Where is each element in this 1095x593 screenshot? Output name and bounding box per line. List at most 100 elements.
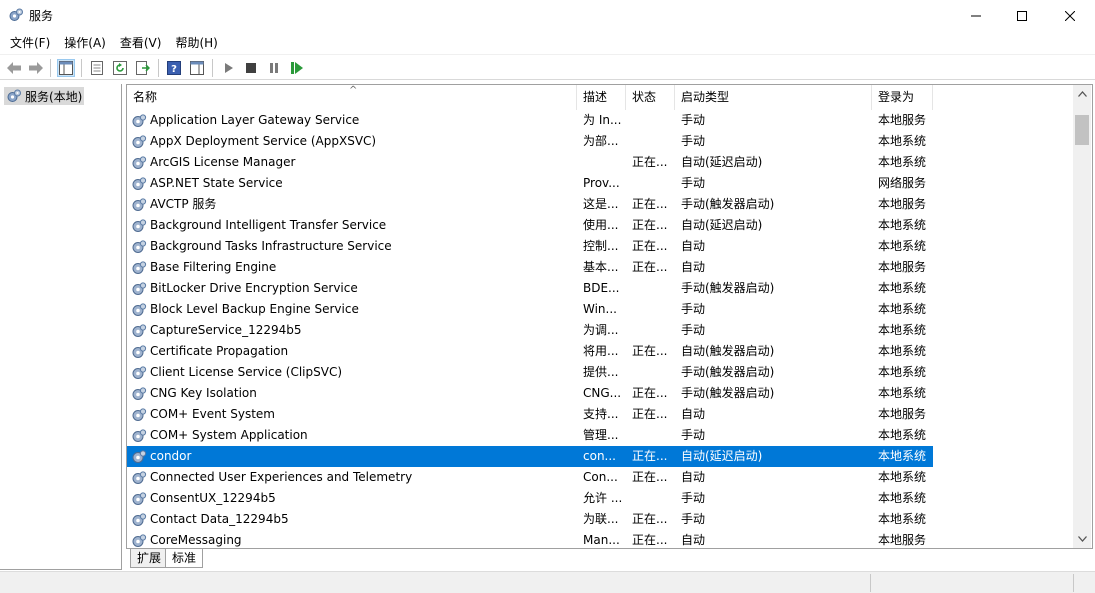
properties-button[interactable] <box>88 59 106 77</box>
service-name: Application Layer Gateway Service <box>150 113 360 127</box>
export-list-icon <box>136 61 150 75</box>
service-status <box>626 131 675 152</box>
console-tree-icon <box>59 61 73 75</box>
service-logon-as: 本地系统 <box>878 281 927 295</box>
service-status <box>626 278 675 299</box>
scroll-down-button[interactable] <box>1073 530 1091 548</box>
forward-button[interactable] <box>27 59 45 77</box>
minimize-button[interactable] <box>953 0 999 31</box>
table-row[interactable]: COM+ System Application 管理... 手动 本地系统 <box>127 425 933 446</box>
service-logon-as: 本地系统 <box>878 218 927 232</box>
tab-extended[interactable]: 扩展 <box>130 549 169 568</box>
service-logon-as: 网络服务 <box>878 176 927 190</box>
maximize-button[interactable] <box>999 0 1045 31</box>
service-gear-icon <box>132 344 147 358</box>
service-gear-icon <box>132 176 147 190</box>
console-tree-pane: 服务(本地) <box>0 84 122 570</box>
column-header-status[interactable]: 状态 <box>626 85 675 110</box>
table-row[interactable]: CoreMessaging Man... 正在... 自动 本地服务 <box>127 530 933 548</box>
table-row[interactable]: AVCTP 服务 这是... 正在... 手动(触发器启动) 本地服务 <box>127 194 933 215</box>
table-row[interactable]: CNG Key Isolation CNG... 正在... 手动(触发器启动) 本地系… <box>127 383 933 404</box>
service-description: 为 In... <box>583 113 622 127</box>
table-row[interactable]: Block Level Backup Engine Service Win... 手… <box>127 299 933 320</box>
service-logon-as: 本地系统 <box>878 134 927 148</box>
service-status: 正在... <box>632 239 668 253</box>
service-gear-icon <box>132 470 147 484</box>
service-status: 正在... <box>632 407 668 421</box>
service-logon-as: 本地服务 <box>878 113 927 127</box>
minimize-icon <box>971 15 981 16</box>
table-row[interactable]: ASP.NET State Service Prov... 手动 网络服务 <box>127 173 933 194</box>
table-row[interactable]: Background Tasks Infrastructure Service 控… <box>127 236 933 257</box>
service-status: 正在... <box>632 155 668 169</box>
service-startup-type: 手动 <box>681 302 706 316</box>
service-name: Certificate Propagation <box>150 344 289 358</box>
tree-item-services-local[interactable]: 服务(本地) <box>4 87 85 105</box>
service-name-cell: AVCTP 服务 <box>127 194 577 215</box>
service-description: 管理... <box>583 428 619 442</box>
menu-file[interactable]: 文件(F) <box>4 32 56 53</box>
column-header-startup-type[interactable]: 启动类型 <box>675 85 872 110</box>
table-row[interactable]: AppX Deployment Service (AppXSVC) 为部... 手动… <box>127 131 933 152</box>
menu-action[interactable]: 操作(A) <box>58 32 112 53</box>
column-header-name[interactable]: 名称 ^ <box>127 85 577 110</box>
service-name-cell: condor <box>127 446 577 467</box>
stop-service-button[interactable] <box>242 59 260 77</box>
table-row[interactable]: Application Layer Gateway Service 为 In...… <box>127 110 933 131</box>
view-tabs: 扩展 标准 <box>126 549 1093 569</box>
back-button[interactable] <box>5 59 23 77</box>
scrollbar-thumb[interactable] <box>1075 115 1089 145</box>
menu-help[interactable]: 帮助(H) <box>169 32 223 53</box>
column-header-label: 名称 <box>133 90 158 104</box>
service-name: COM+ System Application <box>150 428 308 442</box>
close-button[interactable] <box>1047 0 1093 31</box>
show-console-tree-button[interactable] <box>57 59 75 77</box>
service-name-cell: Background Tasks Infrastructure Service <box>127 236 577 257</box>
table-row[interactable]: CaptureService_12294b5 为调... 手动 本地系统 <box>127 320 933 341</box>
service-status: 正在... <box>632 197 668 211</box>
table-row[interactable]: ConsentUX_12294b5 允许 ... 手动 本地系统 <box>127 488 933 509</box>
help-button[interactable]: ? <box>165 59 183 77</box>
services-gear-icon <box>7 89 21 102</box>
table-row[interactable]: ArcGIS License Manager 正在... 自动(延迟启动) 本地系统 <box>127 152 933 173</box>
table-row[interactable]: COM+ Event System 支持... 正在... 自动 本地服务 <box>127 404 933 425</box>
start-service-button[interactable] <box>220 59 238 77</box>
pause-service-button[interactable] <box>265 59 283 77</box>
play-icon <box>225 63 233 73</box>
table-row[interactable]: condor con... 正在... 自动(延迟启动) 本地系统 <box>127 446 933 467</box>
services-rows: Application Layer Gateway Service 为 In...… <box>127 110 1077 548</box>
service-status <box>626 110 675 131</box>
chevron-up-icon <box>1077 91 1087 97</box>
service-status <box>626 362 675 383</box>
action-pane-icon <box>190 61 204 75</box>
service-name-cell: Application Layer Gateway Service <box>127 110 577 131</box>
table-row[interactable]: Contact Data_12294b5 为联... 正在... 手动 本地系统 <box>127 509 933 530</box>
vertical-scrollbar[interactable] <box>1073 85 1091 548</box>
table-row[interactable]: Connected User Experiences and Telemetry… <box>127 467 933 488</box>
menu-view[interactable]: 查看(V) <box>114 32 168 53</box>
status-bar-separator <box>870 574 871 592</box>
services-gear-icon <box>9 8 23 21</box>
service-description: 为部... <box>583 134 619 148</box>
table-row[interactable]: Background Intelligent Transfer Service 使… <box>127 215 933 236</box>
table-row[interactable]: Base Filtering Engine 基本... 正在... 自动 本地服务 <box>127 257 933 278</box>
export-list-button[interactable] <box>134 59 152 77</box>
service-logon-as: 本地服务 <box>878 260 927 274</box>
column-header-row: 名称 ^ 描述 状态 启动类型 登录为 <box>127 85 1077 110</box>
column-header-logon-as[interactable]: 登录为 <box>872 85 933 110</box>
table-row[interactable]: Certificate Propagation 将用... 正在... 自动(触发器启… <box>127 341 933 362</box>
column-header-description[interactable]: 描述 <box>577 85 626 110</box>
service-startup-type: 自动 <box>681 239 706 253</box>
service-name-cell: COM+ Event System <box>127 404 577 425</box>
service-logon-as: 本地系统 <box>878 428 927 442</box>
service-name: ASP.NET State Service <box>150 176 283 190</box>
toolbar-separator <box>81 59 82 77</box>
restart-service-button[interactable] <box>288 59 306 77</box>
table-row[interactable]: BitLocker Drive Encryption Service BDE...… <box>127 278 933 299</box>
show-action-pane-button[interactable] <box>188 59 206 77</box>
table-row[interactable]: Client License Service (ClipSVC) 提供... 手动(… <box>127 362 933 383</box>
service-logon-as: 本地系统 <box>878 323 927 337</box>
scroll-up-button[interactable] <box>1073 85 1091 103</box>
refresh-button[interactable] <box>111 59 129 77</box>
tab-standard[interactable]: 标准 <box>165 549 204 568</box>
